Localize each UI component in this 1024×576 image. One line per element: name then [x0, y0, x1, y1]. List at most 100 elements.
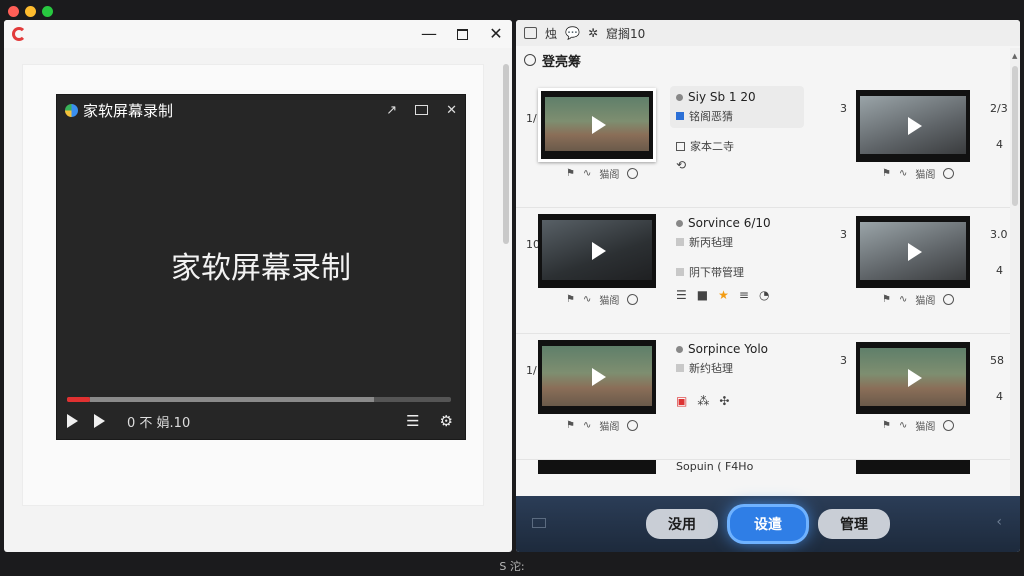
play-icon[interactable]	[586, 366, 608, 388]
player-window-scrollbar[interactable]	[502, 50, 510, 550]
close-player-icon[interactable]: ✕	[446, 103, 457, 118]
toolbar-extra[interactable]: 烛	[545, 25, 557, 42]
refresh-icon[interactable]: ⟲	[676, 158, 686, 172]
flag-icon[interactable]: ⚑	[566, 420, 575, 431]
play-icon[interactable]	[902, 367, 924, 389]
chat-icon[interactable]: 💬	[565, 26, 580, 40]
play-icon[interactable]	[902, 115, 924, 137]
wave-icon[interactable]: ∿	[899, 168, 907, 179]
zoom-window-button[interactable]	[42, 6, 53, 17]
star-icon[interactable]: ★	[718, 288, 729, 302]
checkbox[interactable]	[676, 268, 684, 276]
play-icon[interactable]	[67, 414, 78, 428]
tool-label[interactable]: 猫阁	[599, 166, 619, 181]
thumbnail-tools: ⚑ ∿ 猫阁	[566, 418, 639, 433]
video-icon[interactable]: ■	[697, 288, 708, 302]
close-icon[interactable]: ✕	[488, 26, 504, 42]
gear-icon[interactable]: ⚙	[440, 412, 453, 430]
play-icon[interactable]	[586, 240, 608, 262]
recording-row-partial[interactable]: Sopuin ( F4Ho	[516, 460, 1010, 480]
tool-label[interactable]: 猫阁	[599, 418, 619, 433]
flag-icon[interactable]: ⚑	[882, 168, 891, 179]
select-radio[interactable]	[943, 168, 955, 179]
recording-thumbnail-2[interactable]	[856, 216, 970, 288]
play-icon[interactable]	[902, 241, 924, 263]
scroll-up-icon[interactable]: ▲	[1012, 52, 1017, 60]
sidebar-toggle-icon[interactable]	[532, 518, 546, 528]
close-window-button[interactable]	[8, 6, 19, 17]
tool-label[interactable]: 猫阁	[915, 418, 935, 433]
tool-label[interactable]: 猫阁	[915, 166, 935, 181]
recording-row[interactable]: 10 ⚑ ∿ 猫阁 Sorvince 6/10 新丙毡理 阴下带管理 ☰ ■ ★…	[516, 208, 1010, 334]
checkbox-checked[interactable]	[676, 112, 684, 120]
edge-number: 3.0	[990, 228, 1008, 241]
puzzle-icon[interactable]: ✣	[719, 394, 729, 408]
checkbox[interactable]	[676, 238, 684, 246]
select-radio[interactable]	[627, 420, 639, 431]
wave-icon[interactable]: ∿	[583, 420, 591, 431]
recording-row[interactable]: 1/ ⚑ ∿ 猫阁 Sorpince Yolo 新约毡理 ▣ ⁂ ✣ 3 ⚑ ∿…	[516, 334, 1010, 460]
library-window: 烛 💬 ✲ 窟搁10 登亮筹 ▲ 1/ ⚑ ∿ 猫阁 Siy Sb 1 20 铭…	[516, 20, 1020, 552]
checkbox[interactable]	[676, 364, 684, 372]
tab-unused[interactable]: 没用	[646, 509, 718, 539]
video-player-title: 家软屏幕录制	[83, 101, 174, 120]
bottom-tab-bar: 没用 设遣 管理 ‹	[516, 496, 1020, 552]
next-icon[interactable]	[94, 414, 105, 428]
scrollbar-thumb[interactable]	[503, 64, 509, 244]
video-center-title: 家软屏幕录制	[171, 251, 351, 286]
wave-icon[interactable]: ∿	[583, 168, 591, 179]
menu-icon[interactable]: ≡	[739, 288, 749, 302]
video-progress-bar[interactable]	[67, 397, 451, 402]
flag-icon[interactable]: ⚑	[882, 420, 891, 431]
tool-label[interactable]: 猫阁	[915, 292, 935, 307]
wave-icon[interactable]: ∿	[583, 294, 591, 305]
grid-icon[interactable]: ⁂	[697, 394, 709, 408]
recording-info: Siy Sb 1 20 铭阁恶猜 家本二寺 ⟲	[670, 86, 804, 172]
recording-thumbnail-2[interactable]	[856, 90, 970, 162]
checkbox[interactable]	[676, 141, 685, 151]
player-window-controls: — ✕	[421, 26, 504, 42]
select-radio[interactable]	[943, 420, 955, 431]
tab-manage[interactable]: 管理	[818, 509, 890, 539]
thumbnail-tools: ⚑ ∿ 猫阁	[566, 166, 639, 181]
flag-icon[interactable]: ⚑	[566, 168, 575, 179]
sun-icon[interactable]: ✲	[588, 26, 598, 40]
recording-sub2: 家本二寺	[690, 140, 734, 153]
picture-in-picture-icon[interactable]	[415, 105, 429, 115]
chevron-left-icon[interactable]: ‹	[996, 514, 1002, 530]
wave-icon[interactable]: ∿	[899, 420, 907, 431]
list-icon[interactable]: ☰	[676, 288, 687, 302]
play-icon[interactable]	[586, 114, 608, 136]
wave-icon[interactable]: ∿	[899, 294, 907, 305]
tab-settings[interactable]: 设遣	[730, 507, 806, 541]
flag-icon[interactable]: ⚑	[566, 294, 575, 305]
pin-icon[interactable]: ↗	[386, 103, 397, 118]
partial-thumbnail[interactable]	[538, 460, 656, 474]
minimize-window-button[interactable]	[25, 6, 36, 17]
thumbnail-tools-2: ⚑ ∿ 猫阁	[882, 418, 955, 433]
window-icon[interactable]	[524, 27, 537, 39]
player-window: — ✕ 家软屏幕录制 ↗ ✕ 家软屏幕录制 0 不 娟.10 ☰ ⚙	[4, 20, 512, 552]
badge-icon[interactable]: ◔	[759, 288, 769, 302]
recording-title: Sorpince Yolo	[688, 342, 768, 356]
minimize-icon[interactable]: —	[421, 26, 437, 42]
select-radio[interactable]	[943, 294, 955, 305]
recording-thumbnail[interactable]	[538, 214, 656, 288]
playlist-icon[interactable]: ☰	[406, 412, 419, 430]
video-player-header-icons: ↗ ✕	[386, 103, 457, 118]
partial-thumbnail-2[interactable]	[856, 460, 970, 474]
calendar-icon[interactable]: ▣	[676, 394, 687, 408]
flag-icon[interactable]: ⚑	[882, 294, 891, 305]
video-controls: 0 不 娟.10 ☰ ⚙	[67, 409, 453, 433]
toolbar-label[interactable]: 窟搁10	[606, 25, 645, 42]
recording-thumbnail[interactable]	[538, 88, 656, 162]
scrollbar-thumb[interactable]	[1012, 66, 1018, 206]
maximize-icon[interactable]	[457, 28, 468, 40]
tool-label[interactable]: 猫阁	[599, 292, 619, 307]
recording-thumbnail[interactable]	[538, 340, 656, 414]
select-radio[interactable]	[627, 168, 639, 179]
recording-thumbnail-2[interactable]	[856, 342, 970, 414]
select-radio[interactable]	[627, 294, 639, 305]
library-scrollbar[interactable]: ▲	[1010, 48, 1020, 508]
recording-row[interactable]: 1/ ⚑ ∿ 猫阁 Siy Sb 1 20 铭阁恶猜 家本二寺 ⟲ 3 ⚑ ∿ …	[516, 82, 1010, 208]
